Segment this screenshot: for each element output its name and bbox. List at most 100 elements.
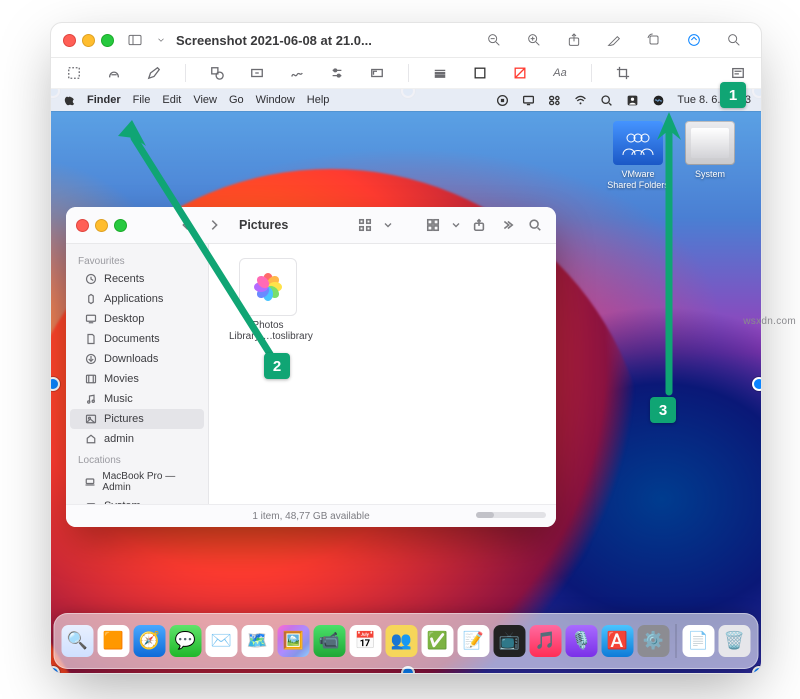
menu-window[interactable]: Window [256,94,295,106]
crop-tool[interactable] [614,64,632,82]
sidebar-item-documents[interactable]: Documents [70,329,204,349]
desktop-icon-vmware[interactable]: VMware Shared Folders [607,121,669,191]
disk-space-slider[interactable] [476,512,546,518]
stop-icon[interactable] [495,93,509,107]
chevron-down-icon[interactable] [156,29,166,51]
display-icon[interactable] [521,93,535,107]
minimize-button[interactable] [82,34,95,47]
share-button[interactable] [563,29,585,51]
file-photos-library[interactable]: Photos Library….toslibrary [229,258,307,342]
sidebar-item-pictures[interactable]: Pictures [70,409,204,429]
pencil-tool[interactable] [145,64,163,82]
macos-menubar: Finder File Edit View Go Window Help Tue… [51,89,761,111]
control-center-icon[interactable] [547,93,561,107]
zoom-in-button[interactable] [523,29,545,51]
dock-icon[interactable]: 📄 [683,625,715,657]
dock-icon[interactable]: ✉️ [206,625,238,657]
markup-button[interactable] [683,29,705,51]
chevron-down-icon[interactable] [450,214,462,236]
sidebar-item-macbook[interactable]: MacBook Pro — Admin [70,468,204,496]
menu-edit[interactable]: Edit [162,94,181,106]
back-button[interactable] [175,214,197,236]
sidebar-item-desktop[interactable]: Desktop [70,309,204,329]
watermark: wsxdn.com [743,316,796,327]
zoom-button[interactable] [114,219,127,232]
spotlight-icon[interactable] [599,93,613,107]
zoom-button[interactable] [101,34,114,47]
sidebar-item-applications[interactable]: Applications [70,289,204,309]
dock-icon[interactable]: 🎵 [530,625,562,657]
zoom-out-button[interactable] [483,29,505,51]
menu-help[interactable]: Help [307,94,330,106]
finder-title: Pictures [239,218,288,232]
group-button[interactable] [422,214,444,236]
more-button[interactable] [496,214,518,236]
sidebar-item-system-disk[interactable]: System [70,496,204,504]
highlight-button[interactable] [603,29,625,51]
adjust-color-tool[interactable] [328,64,346,82]
shapes-tool[interactable] [208,64,226,82]
dock-icon[interactable]: 🔍 [62,625,94,657]
sidebar-item-music[interactable]: Music [70,389,204,409]
fill-color-tool[interactable] [511,64,529,82]
line-style-tool[interactable] [431,64,449,82]
finder-content[interactable]: Photos Library….toslibrary [209,244,556,504]
finder-window-controls [76,219,127,232]
finder-window: Pictures Favourites Recents Applications… [66,207,556,527]
sidebar-item-movies[interactable]: Movies [70,369,204,389]
annotation-badge-1: 1 [720,82,746,108]
dock-icon[interactable]: 🟧 [98,625,130,657]
dock-icon[interactable]: 👥 [386,625,418,657]
wifi-icon[interactable] [573,93,587,107]
sidebar-toggle-button[interactable] [124,29,146,51]
minimize-button[interactable] [95,219,108,232]
search-button[interactable] [723,29,745,51]
dock-icon[interactable]: 📅 [350,625,382,657]
app-menu-finder[interactable]: Finder [87,94,121,106]
dock-icon[interactable]: 🧭 [134,625,166,657]
selection-tool[interactable] [65,64,83,82]
preview-window: Screenshot 2021-06-08 at 21.0... Aa [50,22,762,674]
menu-file[interactable]: File [133,94,151,106]
menu-go[interactable]: Go [229,94,244,106]
file-label: Photos Library….toslibrary [229,320,313,342]
view-icons-button[interactable] [354,214,376,236]
menu-view[interactable]: View [193,94,217,106]
sidebar-item-recents[interactable]: Recents [70,269,204,289]
close-button[interactable] [63,34,76,47]
instant-alpha-tool[interactable] [105,64,123,82]
dock-icon[interactable]: 🎙️ [566,625,598,657]
dock-icon[interactable]: ✅ [422,625,454,657]
sidebar-heading-locations: Locations [66,449,208,468]
dock-icon[interactable]: 🖼️ [278,625,310,657]
border-color-tool[interactable] [471,64,489,82]
text-style-tool[interactable]: Aa [551,64,569,82]
description-tool[interactable] [729,64,747,82]
apple-menu-icon[interactable] [61,93,75,107]
sidebar-item-admin[interactable]: admin [70,429,204,449]
chevron-down-icon[interactable] [382,214,394,236]
text-tool[interactable] [248,64,266,82]
dock-icon[interactable]: 🗺️ [242,625,274,657]
share-button[interactable] [468,214,490,236]
dock-icon[interactable]: 🅰️ [602,625,634,657]
finder-sidebar: Favourites Recents Applications Desktop … [66,244,209,504]
dock-icon[interactable]: 📝 [458,625,490,657]
sign-tool[interactable] [288,64,306,82]
sidebar-item-downloads[interactable]: Downloads [70,349,204,369]
dock-icon[interactable]: 💬 [170,625,202,657]
user-icon[interactable] [625,93,639,107]
dock-icon[interactable]: 📹 [314,625,346,657]
dock-icon[interactable]: 🗑️ [719,625,751,657]
search-button[interactable] [524,214,546,236]
adjust-size-tool[interactable] [368,64,386,82]
dock-icon[interactable]: ⚙️ [638,625,670,657]
dock-icon[interactable]: 📺 [494,625,526,657]
forward-button[interactable] [203,214,225,236]
rotate-button[interactable] [643,29,665,51]
desktop-icon-system[interactable]: System [679,121,741,180]
close-button[interactable] [76,219,89,232]
siri-icon[interactable] [651,93,665,107]
desktop-icon-label: VMware Shared Folders [607,169,669,190]
finder-toolbar: Pictures [66,207,556,244]
